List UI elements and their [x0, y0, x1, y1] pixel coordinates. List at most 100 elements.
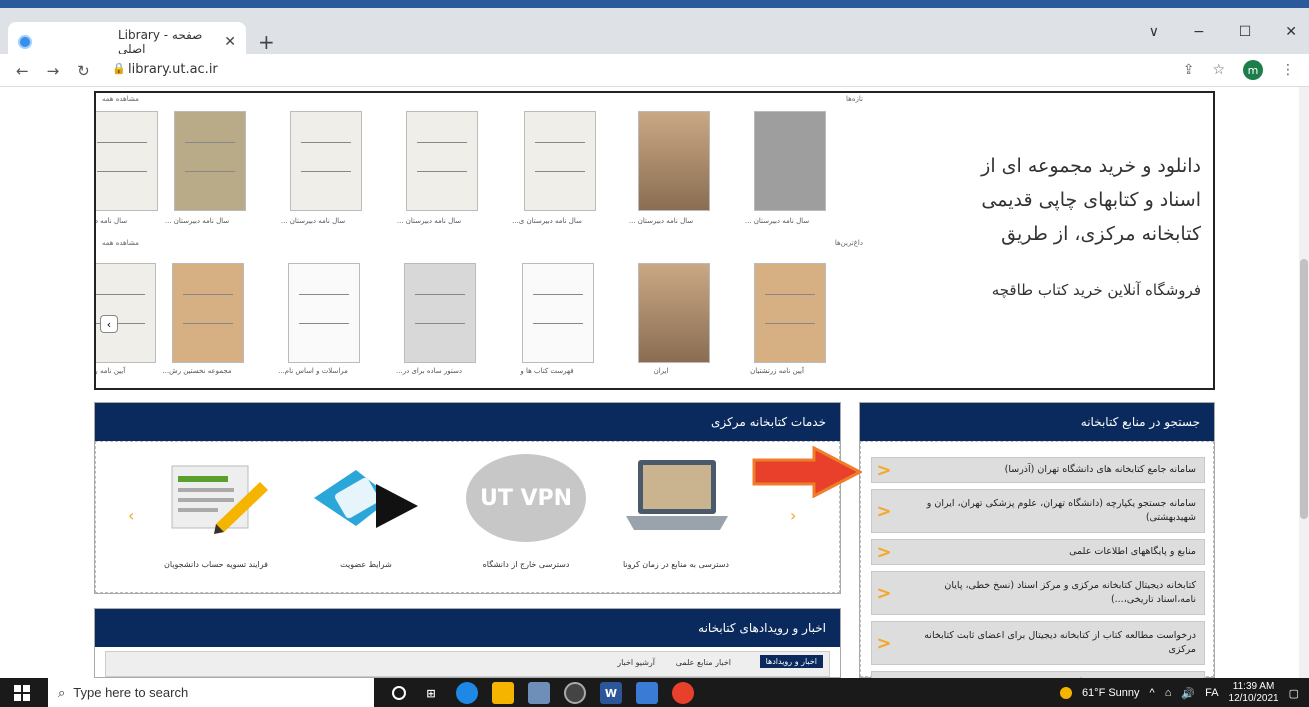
book-caption[interactable]: سال نامه دبیرستان ... — [722, 217, 832, 225]
banner-text: دانلود و خرید مجموعه ای از اسناد و کتابه… — [871, 149, 1201, 299]
language-indicator[interactable]: FA — [1205, 687, 1218, 699]
book-caption[interactable]: دستور ساده برای در... — [374, 367, 484, 375]
search-link-item[interactable]: کتابخانه دیجیتال کتابخانه مرکزی و مرکز ا… — [871, 571, 1205, 615]
book-cover[interactable] — [174, 111, 246, 211]
search-link-label: کتابخانه دیجیتال کتابخانه مرکزی و مرکز ا… — [944, 580, 1196, 605]
share-icon[interactable]: ⇪ — [1183, 62, 1195, 78]
windows-start-icon[interactable] — [14, 685, 30, 701]
book-caption[interactable]: سال نامه دبیرستان ی... — [492, 217, 602, 225]
shop-link[interactable]: فروشگاه آنلاین خرید کتاب طاقچه — [871, 281, 1201, 299]
edge-icon[interactable] — [456, 682, 478, 704]
lock-icon[interactable]: 🔒 — [112, 62, 126, 75]
service-item-corona[interactable]: دسترسی به منابع در زمان کرونا — [611, 454, 741, 569]
photos-icon[interactable] — [636, 682, 658, 704]
app-icon[interactable] — [528, 682, 550, 704]
service-item-clearance[interactable]: فرایند تسویه حساب دانشجویان — [151, 454, 281, 569]
search-link-item[interactable]: منابع و پایگاههای اطلاعات علمی < — [871, 539, 1205, 565]
book-caption[interactable]: مراسلات و اساس نام... — [258, 367, 368, 375]
book-caption[interactable]: آیین نامه راه — [96, 367, 162, 375]
promo-banner[interactable]: تازه‌ها مشاهده همه داغ‌ترین‌ها مشاهده هم… — [94, 91, 1215, 390]
weather-text[interactable]: 61°F Sunny — [1082, 687, 1140, 699]
scroll-thumb[interactable] — [1300, 259, 1308, 519]
minimize-button[interactable]: − — [1193, 24, 1205, 40]
back-icon[interactable]: ← — [16, 62, 29, 80]
browser-chrome: Library - صفحه اصلی ✕ + ∨ − ☐ ✕ ← → ↻ 🔒 … — [0, 0, 1309, 87]
book-cover[interactable] — [404, 263, 476, 363]
book-caption[interactable]: سال نامه دبیرستان ... — [258, 217, 368, 225]
tab-news-events[interactable]: اخبار و رویدادها — [759, 655, 823, 668]
vpn-label: UT VPN — [466, 454, 586, 542]
menu-icon[interactable]: ⋮ — [1281, 62, 1295, 78]
book-cover[interactable] — [290, 111, 362, 211]
carousel-prev-icon[interactable]: ‹ — [128, 506, 134, 525]
app-icon-2[interactable] — [564, 682, 586, 704]
reload-icon[interactable]: ↻ — [77, 62, 90, 80]
address-bar: ← → ↻ 🔒 library.ut.ac.ir ⇪ ☆ m ⋮ — [0, 54, 1309, 87]
red-arrow-annotation-icon — [752, 446, 862, 498]
book-cover[interactable] — [96, 263, 156, 363]
profile-avatar[interactable]: m — [1243, 60, 1263, 80]
task-view-icon[interactable]: ⊞ — [420, 682, 442, 704]
search-icon: ⌕ — [58, 684, 66, 700]
new-tab-button[interactable]: + — [258, 30, 275, 54]
page-scrollbar[interactable] — [1299, 87, 1309, 678]
file-explorer-icon[interactable] — [492, 682, 514, 704]
close-window-button[interactable]: ✕ — [1285, 24, 1297, 40]
maximize-button[interactable]: ☐ — [1239, 24, 1252, 40]
book-caption[interactable]: فهرست کتاب ها و — [492, 367, 602, 375]
book-caption[interactable]: سال نامه دبیر — [96, 217, 162, 225]
service-item-vpn[interactable]: UT VPN دسترسی خارج از دانشگاه — [461, 454, 591, 569]
chrome-icon[interactable] — [672, 682, 694, 704]
book-cover[interactable] — [288, 263, 360, 363]
book-cover[interactable] — [754, 111, 826, 211]
url-input[interactable]: library.ut.ac.ir — [128, 62, 218, 77]
book-cover[interactable] — [522, 263, 594, 363]
services-panel: خدمات کتابخانه مرکزی ‹ › دسترسی به منابع… — [94, 402, 841, 594]
book-cover[interactable] — [406, 111, 478, 211]
book-cover[interactable] — [524, 111, 596, 211]
tab-news-archive[interactable]: آرشیو اخبار — [617, 658, 655, 667]
search-link-item[interactable]: سامانه جامع کتابخانه های دانشگاه تهران (… — [871, 457, 1205, 483]
book-cover[interactable] — [638, 111, 710, 211]
search-link-label: سامانه جستجو یکپارچه (دانشگاه تهران، علو… — [926, 498, 1196, 523]
book-cover[interactable] — [96, 111, 158, 211]
bookmark-star-icon[interactable]: ☆ — [1212, 62, 1225, 78]
volume-icon[interactable]: 🔊 — [1181, 687, 1195, 700]
book-caption[interactable]: آیین نامه زرتشتیان — [722, 367, 832, 375]
service-item-membership[interactable]: شرایط عضویت — [301, 454, 431, 569]
windows-taskbar: ⌕ Type here to search ⊞ W 61°F Sunny ^ ⌂… — [0, 678, 1309, 707]
book-cover[interactable] — [172, 263, 244, 363]
service-caption: دسترسی به منابع در زمان کرونا — [623, 560, 729, 569]
forward-icon[interactable]: → — [47, 62, 60, 80]
show-all-link[interactable]: مشاهده همه — [102, 95, 139, 103]
show-all-link-2[interactable]: مشاهده همه — [102, 239, 139, 247]
carousel-prev-icon[interactable]: ‹ — [100, 315, 118, 333]
search-link-item[interactable]: سامانه جستجو یکپارچه (دانشگاه تهران، علو… — [871, 489, 1205, 533]
notification-icon[interactable]: ▢ — [1289, 687, 1299, 700]
tab-search-icon[interactable]: ∨ — [1149, 24, 1159, 40]
book-caption[interactable]: سال نامه دبیرستان ... — [374, 217, 484, 225]
book-cover[interactable] — [638, 263, 710, 363]
chevron-left-icon: < — [876, 632, 892, 654]
tray-chevron-icon[interactable]: ^ — [1150, 687, 1155, 699]
carousel-next-icon[interactable]: › — [790, 506, 796, 525]
book-cover[interactable] — [754, 263, 826, 363]
clock[interactable]: 11:39 AM 12/10/2021 — [1229, 681, 1279, 705]
search-title: جستجو در منابع کتابخانه — [860, 403, 1214, 441]
word-icon[interactable]: W — [600, 682, 622, 704]
book-caption[interactable]: سال نامه دبیرستان ... — [606, 217, 716, 225]
id-card-icon — [306, 454, 426, 542]
weather-sun-icon — [1059, 687, 1072, 699]
book-caption[interactable]: ایران — [606, 367, 716, 375]
cortana-icon[interactable] — [392, 686, 406, 700]
search-link-item[interactable]: درخواست مطالعه کتاب از کتابخانه دیجیتال … — [871, 621, 1205, 665]
banner-line: کتابخانه مرکزی، از طریق — [1001, 223, 1201, 245]
taskbar-search-input[interactable]: ⌕ Type here to search — [48, 678, 374, 707]
tab-bar: Library - صفحه اصلی ✕ + ∨ − ☐ ✕ — [0, 8, 1309, 62]
network-icon[interactable]: ⌂ — [1165, 687, 1172, 699]
tab-title: Library - صفحه اصلی — [118, 28, 203, 56]
service-caption: دسترسی خارج از دانشگاه — [482, 560, 570, 569]
close-tab-icon[interactable]: ✕ — [224, 34, 236, 50]
tab-science-news[interactable]: اخبار منابع علمی — [676, 658, 731, 667]
search-link-label: سامانه جامع کتابخانه های دانشگاه تهران (… — [1004, 464, 1196, 475]
